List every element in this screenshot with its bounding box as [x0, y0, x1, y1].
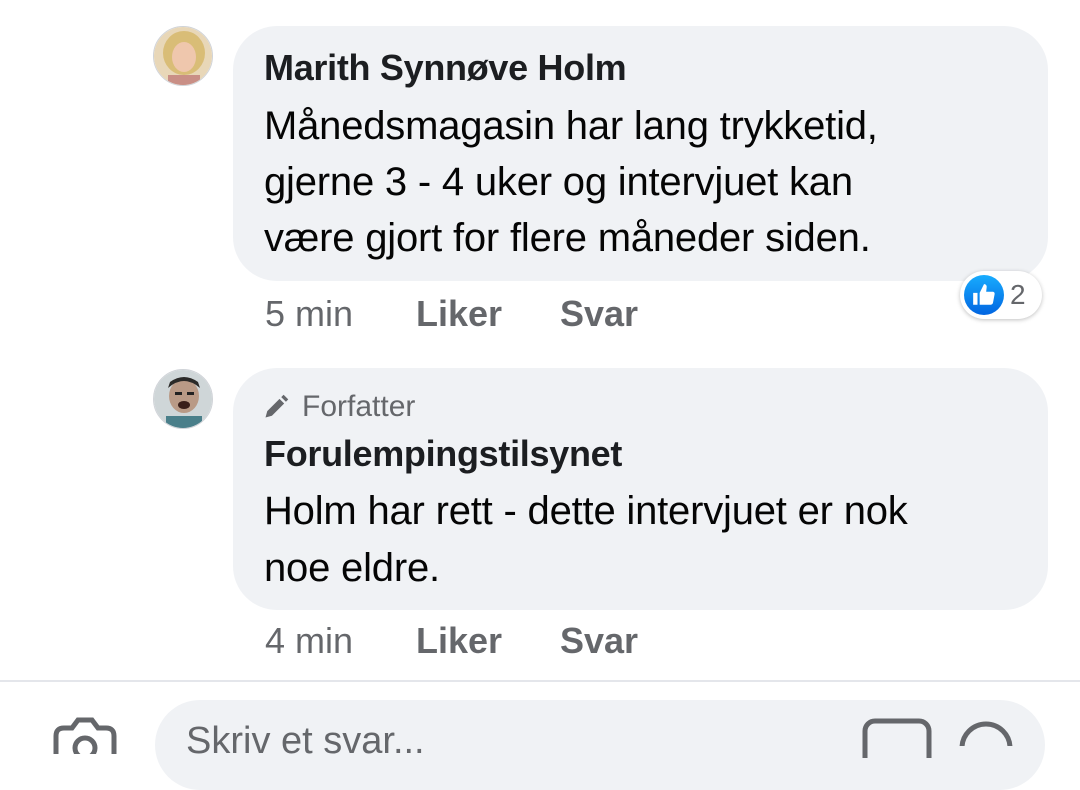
like-button[interactable]: Liker — [416, 620, 502, 662]
author-badge: Forfatter — [262, 390, 415, 424]
avatar[interactable] — [153, 26, 213, 86]
reply-button[interactable]: Svar — [560, 293, 638, 335]
camera-icon[interactable] — [50, 714, 120, 761]
comment-timestamp[interactable]: 4 min — [265, 620, 353, 662]
pencil-icon — [262, 393, 290, 421]
reply-input-placeholder: Skriv et svar... — [186, 720, 425, 762]
like-button[interactable]: Liker — [416, 293, 502, 335]
comment-text-line: noe eldre. — [264, 546, 440, 590]
comment-author-name[interactable]: Marith Synnøve Holm — [264, 47, 627, 89]
like-reaction-icon — [964, 275, 1004, 315]
gif-icon[interactable] — [862, 718, 932, 774]
author-badge-label: Forfatter — [302, 390, 416, 423]
reaction-summary[interactable]: 2 — [960, 271, 1042, 319]
comment-text-line: Månedsmagasin har lang trykketid, — [264, 104, 878, 148]
avatar[interactable] — [153, 369, 213, 429]
comment-timestamp[interactable]: 5 min — [265, 293, 353, 335]
emoji-icon[interactable] — [958, 716, 1014, 775]
comment-author-name[interactable]: Forulempingstilsynet — [264, 433, 622, 475]
comment-text-line: Holm har rett - dette intervjuet er nok — [264, 489, 908, 533]
reply-button[interactable]: Svar — [560, 620, 638, 662]
comment-text-line: være gjort for flere måneder siden. — [264, 216, 871, 260]
divider — [0, 680, 1080, 682]
comment-text-line: gjerne 3 - 4 uker og intervjuet kan — [264, 160, 853, 204]
reaction-count: 2 — [1010, 279, 1026, 310]
